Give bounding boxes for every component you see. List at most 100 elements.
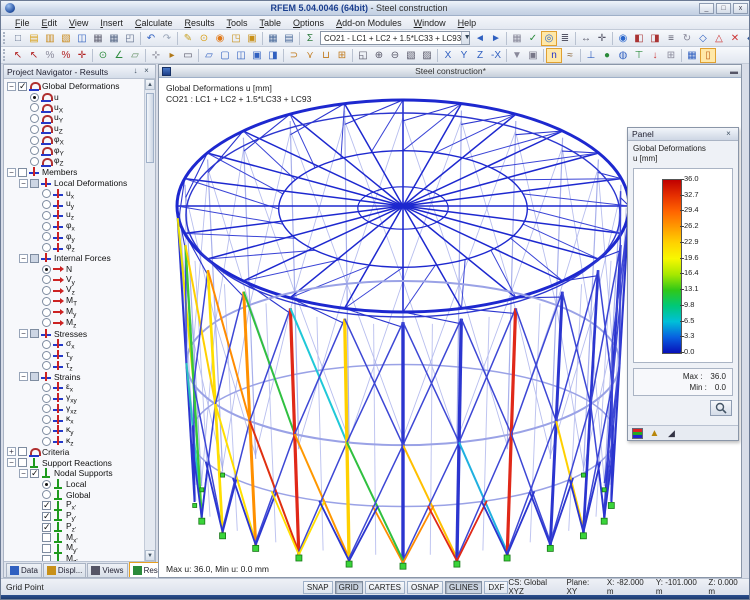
tree-item--z[interactable]: τz [4,361,144,372]
redo-icon[interactable]: ↷ [159,31,175,46]
radio-button[interactable] [42,361,51,370]
radio-button[interactable] [42,426,51,435]
previous-load-case-icon[interactable]: ◄ [472,31,488,46]
select-pointer-icon[interactable]: ↖ [10,48,26,63]
combo-dropdown-icon[interactable]: ▼ [461,32,470,44]
menu-item-calculate[interactable]: Calculate [129,17,179,29]
connect-members-icon[interactable]: ⊃ [286,48,302,63]
insert-member-icon[interactable]: ∠ [111,48,127,63]
checkbox[interactable] [30,179,39,188]
radio-button[interactable] [42,222,51,231]
tree-item-internal-forces[interactable]: −Internal Forces [4,253,144,264]
scroll-up-icon[interactable]: ▲ [145,79,155,90]
iso-view-icon[interactable]: ◇ [695,31,711,46]
radio-button[interactable] [42,243,51,252]
flag-marker-icon[interactable]: ▸ [164,48,180,63]
collapse-icon[interactable]: − [19,469,28,478]
close-button[interactable]: x [733,3,748,14]
close-icon[interactable]: × [141,66,152,77]
zoom-window-icon[interactable]: ◱ [355,48,371,63]
radio-button[interactable] [42,318,51,327]
surface-generator-icon[interactable]: ◍ [615,48,631,63]
grid-settings-icon[interactable]: ⊞ [663,48,679,63]
menu-item-edit[interactable]: Edit [36,17,64,29]
menu-item-table[interactable]: Table [254,17,288,29]
navigator-tab-views[interactable]: Views [87,563,127,577]
pin-icon[interactable]: ↓ [130,66,141,77]
panel-close-icon[interactable]: × [723,129,734,140]
checkbox[interactable] [18,82,27,91]
viewport-menu-icon[interactable]: ▬ [727,67,741,76]
zoom-out-icon[interactable]: ⊖ [387,48,403,63]
render-solid-icon[interactable]: ◆ [743,31,750,46]
panel-tab-color-scale[interactable] [632,428,643,439]
edit-pencil-icon[interactable]: ✎ [180,31,196,46]
menu-item-view[interactable]: View [63,17,94,29]
tree-item-local[interactable]: Local [4,479,144,490]
checkbox[interactable] [42,523,51,532]
toolbar-grip[interactable] [3,49,8,61]
tree-item-support-reactions[interactable]: −Support Reactions [4,457,144,468]
save-icon[interactable]: ◫ [74,31,90,46]
menu-item-insert[interactable]: Insert [94,17,129,29]
checkbox[interactable] [18,447,27,456]
menu-item-options[interactable]: Options [287,17,330,29]
dimensions-icon[interactable]: ↔ [578,31,594,46]
weld-icon[interactable]: ⊞ [334,48,350,63]
tree-item--y[interactable]: κy [4,425,144,436]
trim-icon[interactable]: ▣ [249,48,265,63]
collapse-icon[interactable]: − [7,168,16,177]
radio-button[interactable] [42,415,51,424]
result-values-icon[interactable]: ≣ [557,31,573,46]
menu-item-results[interactable]: Results [178,17,220,29]
tree-item--z[interactable]: κz [4,436,144,447]
maximize-button[interactable]: □ [716,3,731,14]
tree-item--x[interactable]: σx [4,339,144,350]
checkbox[interactable] [42,512,51,521]
radio-button[interactable] [42,232,51,241]
tree-item-nodal-supports[interactable]: −Nodal Supports [4,468,144,479]
support-generator-icon[interactable]: ⊤ [631,48,647,63]
tree-item--y[interactable]: φY [4,146,144,157]
snap-half-icon[interactable]: % [58,48,74,63]
open-project-icon[interactable]: ▤ [26,31,42,46]
results-smooth-icon[interactable]: ≈ [562,48,578,63]
tree-item--z[interactable]: φz [4,242,144,253]
tree-item-members[interactable]: −Members [4,167,144,178]
checkbox[interactable] [18,458,27,467]
check-model-icon[interactable]: ✓ [525,31,541,46]
view-neg-x-icon[interactable]: -X [488,48,504,63]
zoom-in-icon[interactable]: ⊕ [371,48,387,63]
panel-tab-factors-icon[interactable]: ▲ [649,428,660,439]
status-toggle-cartes[interactable]: CARTES [365,581,405,594]
new-window-icon[interactable]: ▣ [244,31,260,46]
viewport-canvas[interactable]: Global Deformations u [mm] CO21 : LC1 + … [159,78,741,577]
collapse-icon[interactable]: − [19,372,28,381]
table-layout-icon[interactable]: ▤ [281,31,297,46]
collapse-icon[interactable]: − [7,82,16,91]
divide-member-icon[interactable]: ⋎ [302,48,318,63]
move-copy-icon[interactable]: ▱ [201,48,217,63]
new-file-icon[interactable]: □ [10,31,26,46]
annotation-icon[interactable]: ✛ [594,31,610,46]
select-special-icon[interactable]: ↖ [26,48,42,63]
results-deformation-icon[interactable]: n [546,48,562,63]
status-toggle-dxf[interactable]: DXF [484,581,508,594]
navigator-tab-displ[interactable]: Displ... [43,563,86,577]
load-case-combo[interactable]: CO21 - LC1 + LC2 + 1.5*LC33 + LC93▼ [320,31,470,45]
view-3d-icon[interactable]: ▧ [403,48,419,63]
section-plane-icon[interactable]: ◧ [631,31,647,46]
menu-item-tools[interactable]: Tools [220,17,253,29]
visibility-icon[interactable]: ◉ [615,31,631,46]
open-recent-icon[interactable]: ▧ [58,31,74,46]
panel-toggle-icon[interactable]: ▯ [700,48,716,63]
checkbox[interactable] [30,254,39,263]
status-toggle-glines[interactable]: GLINES [445,581,482,594]
menu-item-window[interactable]: Window [408,17,452,29]
delete-icon[interactable]: ✕ [727,31,743,46]
tree-item-local-deformations[interactable]: −Local Deformations [4,178,144,189]
node-generator-icon[interactable]: ● [599,48,615,63]
collapse-icon[interactable]: − [19,179,28,188]
radio-button[interactable] [30,93,39,102]
print-icon[interactable]: ▦ [106,31,122,46]
